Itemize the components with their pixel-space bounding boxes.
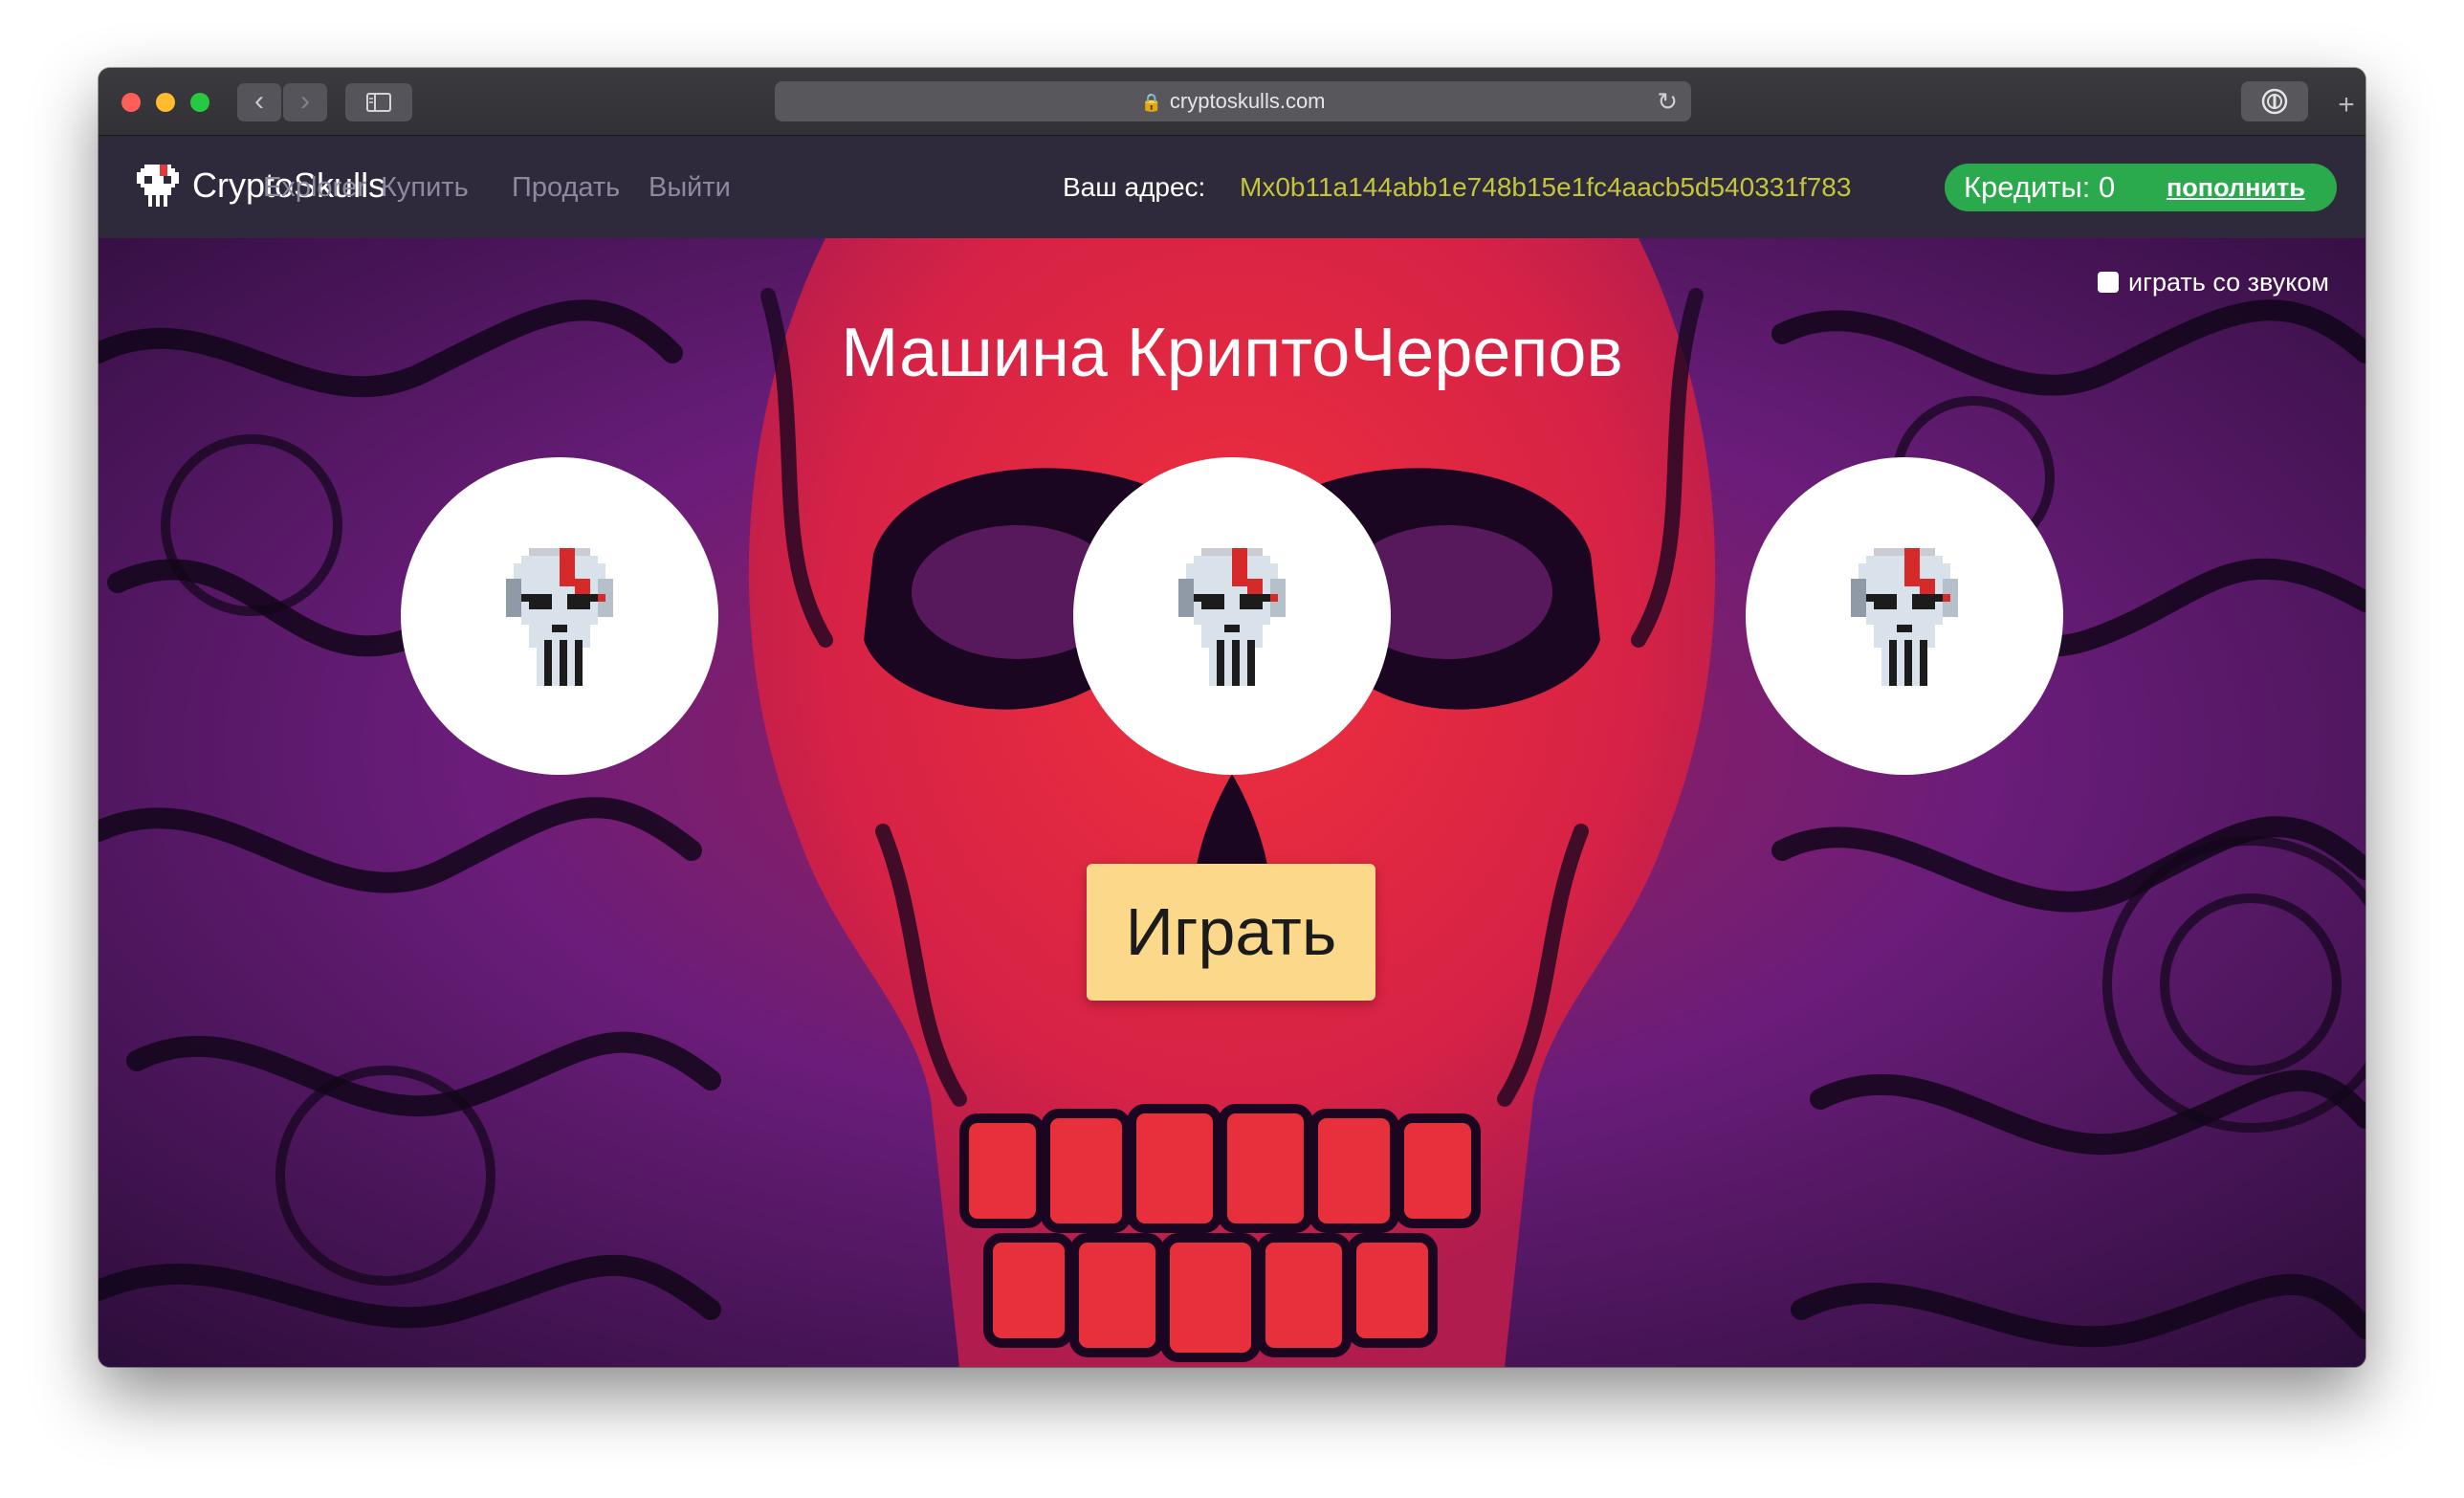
reload-icon[interactable]: ↻	[1657, 81, 1678, 121]
site-navbar: CryptoSkulls Explorer Купить Продать Вый…	[99, 136, 2365, 238]
password-manager-icon	[2261, 88, 2288, 115]
top-up-link[interactable]: пополнить	[2167, 164, 2305, 211]
minimize-window-button[interactable]	[156, 93, 175, 112]
pixel-skull-icon	[1178, 548, 1286, 686]
credits-badge: Кредиты: 0 пополнить	[1945, 164, 2337, 211]
pixel-skull-icon	[506, 548, 613, 686]
chevron-left-icon: ‹	[254, 85, 264, 117]
sidebar-toggle-button[interactable]	[345, 83, 412, 121]
nav-link-logout[interactable]: Выйти	[649, 168, 731, 207]
sound-toggle[interactable]: играть со звуком	[2098, 263, 2329, 301]
slot-reel-2	[1073, 457, 1391, 775]
skull-background-art	[99, 238, 2365, 1367]
sound-label: играть со звуком	[2128, 268, 2329, 297]
chevron-right-icon: ›	[300, 85, 310, 117]
maximize-window-button[interactable]	[190, 93, 209, 112]
page-title: Машина КриптоЧерепов	[841, 315, 1623, 391]
play-button[interactable]: Играть	[1087, 864, 1375, 1001]
slot-reel-3	[1746, 457, 2063, 775]
nav-link-sell[interactable]: Продать	[512, 168, 620, 207]
nav-link-buy[interactable]: Купить	[381, 168, 469, 207]
back-button[interactable]: ‹	[237, 83, 281, 121]
skull-logo-icon	[137, 165, 179, 207]
forward-button[interactable]: ›	[283, 83, 327, 121]
lock-icon: 🔒	[1140, 93, 1162, 112]
sidebar-icon	[366, 93, 391, 112]
sound-checkbox[interactable]	[2098, 271, 2120, 293]
slot-machine-area: играть со звуком Машина КриптоЧерепов Иг…	[99, 238, 2365, 1367]
credits-count: Кредиты: 0	[1964, 170, 2116, 204]
browser-titlebar: ‹ › 🔒 cryptoskulls.com ↻ +	[99, 68, 2365, 136]
pixel-skull-icon	[1851, 548, 1958, 686]
url-text: cryptoskulls.com	[1169, 89, 1326, 113]
new-tab-button[interactable]: +	[2332, 91, 2361, 120]
close-window-button[interactable]	[121, 93, 141, 112]
wallet-address: Mx0b11a144abb1e748b15e1fc4aacb5d540331f7…	[1240, 172, 1852, 202]
browser-window: ‹ › 🔒 cryptoskulls.com ↻ + CryptoSkulls …	[99, 68, 2365, 1367]
extension-button[interactable]	[2241, 81, 2308, 121]
slot-reel-1	[401, 457, 718, 775]
address-bar[interactable]: 🔒 cryptoskulls.com ↻	[775, 81, 1691, 121]
nav-link-explorer[interactable]: Explorer	[263, 168, 366, 207]
address-label: Ваш адрес:	[1063, 172, 1206, 202]
